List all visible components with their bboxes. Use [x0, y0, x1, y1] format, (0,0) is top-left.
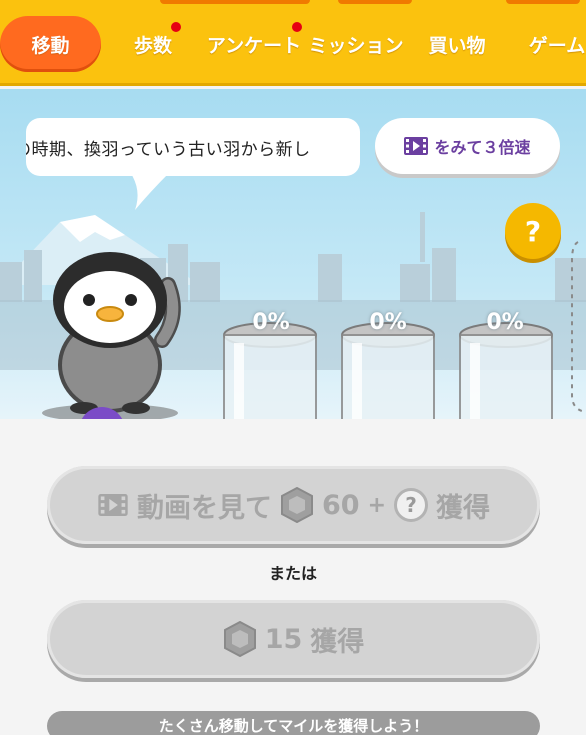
- tab-bar-decoration: [160, 0, 310, 4]
- capsule-row: [223, 322, 553, 419]
- video-reward-action: 獲得: [436, 492, 490, 524]
- tab-label: ミッション: [308, 34, 404, 57]
- tab-label: 移動: [31, 34, 70, 57]
- help-label: ?: [524, 214, 542, 248]
- capsule-progress-label: 0%: [486, 310, 524, 335]
- tab-mission[interactable]: ミッション: [308, 16, 404, 72]
- speed-button-label: をみて３倍速: [434, 138, 531, 157]
- tab-bar: 移動 歩数 アンケート ミッション 買い物 ゲーム: [0, 0, 586, 86]
- tab-survey[interactable]: アンケート: [204, 16, 304, 72]
- gem-reward-amount: 15: [264, 623, 303, 655]
- gem-icon: [280, 487, 313, 523]
- tab-shopping[interactable]: 買い物: [422, 16, 492, 72]
- watch-video-speedup-button[interactable]: をみて３倍速: [375, 118, 560, 174]
- gem-reward-action: 獲得: [310, 626, 365, 658]
- plus-sign: +: [367, 492, 386, 518]
- video-icon: [98, 494, 128, 516]
- gem-reward-button[interactable]: 15 獲得: [47, 600, 540, 678]
- video-reward-amount: 60: [321, 489, 360, 521]
- speech-bubble-tail: [130, 172, 170, 210]
- hint-text: たくさん移動してマイルを獲得しよう！: [158, 717, 429, 735]
- gem-icon: [223, 621, 256, 657]
- speech-bubble-text: の時期、換羽っていう古い羽から新し: [26, 139, 311, 160]
- tab-label: 歩数: [133, 34, 172, 57]
- tab-label: アンケート: [206, 34, 302, 57]
- tab-game[interactable]: ゲーム: [522, 16, 586, 72]
- tab-move[interactable]: 移動: [0, 16, 101, 72]
- tab-label: ゲーム: [528, 34, 586, 57]
- video-reward-label: 動画を見て: [136, 492, 272, 524]
- notification-badge: [171, 22, 181, 32]
- tab-bar-decoration: [506, 0, 580, 4]
- question-circle-icon: ?: [394, 488, 428, 522]
- help-button[interactable]: ?: [505, 203, 561, 259]
- video-icon: [404, 137, 429, 155]
- speech-bubble: の時期、換羽っていう古い羽から新し: [26, 118, 360, 176]
- capsule-progress-label: 0%: [252, 310, 290, 335]
- capsule: [459, 322, 553, 419]
- tshirt-icon: [79, 407, 125, 419]
- capsule: [341, 322, 435, 419]
- tab-bar-decoration: [338, 0, 412, 4]
- hint-banner: たくさん移動してマイルを獲得しよう！: [47, 711, 540, 735]
- capsule-progress-label: 0%: [369, 310, 407, 335]
- or-label: または: [268, 564, 317, 583]
- video-reward-button[interactable]: 動画を見て 60 + ? 獲得: [47, 466, 540, 544]
- penguin-mascot: [42, 252, 181, 419]
- tab-label: 買い物: [428, 34, 486, 57]
- notification-badge: [292, 22, 302, 32]
- capsule: [223, 322, 317, 419]
